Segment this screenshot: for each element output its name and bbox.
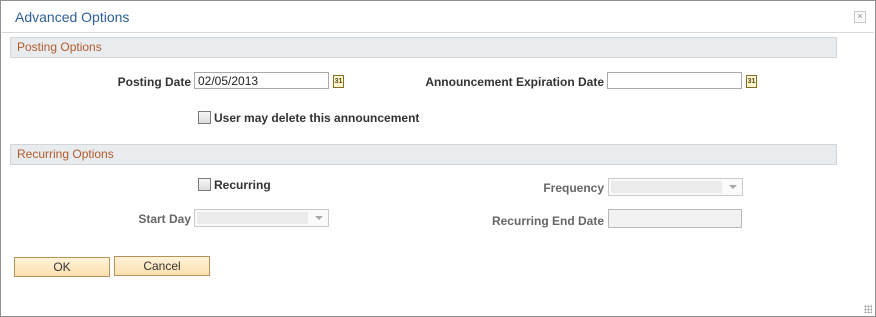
recurring-checkbox[interactable] [198,178,211,191]
frequency-select[interactable] [608,178,743,196]
title-divider [2,32,874,33]
advanced-options-dialog: Advanced Options × Posting Options Posti… [0,0,876,317]
posting-date-label: Posting Date [117,75,191,89]
user-may-delete-checkbox[interactable] [198,111,211,124]
recurring-end-date-input[interactable] [608,209,742,228]
resize-grip-icon[interactable] [864,305,872,313]
announcement-expiration-input[interactable] [607,72,742,89]
posting-date-input[interactable] [194,72,329,89]
recurring-end-date-label: Recurring End Date [491,214,604,228]
posting-options-title: Posting Options [17,40,102,54]
recurring-label: Recurring [214,178,271,192]
user-may-delete-label: User may delete this announcement [214,111,420,125]
start-day-label: Start Day [138,212,191,226]
frequency-select-value [611,181,722,193]
recurring-options-title: Recurring Options [17,147,114,161]
start-day-select-value [197,212,308,224]
cancel-button[interactable]: Cancel [114,256,210,276]
posting-date-calendar-icon[interactable]: 31 [333,75,344,88]
announcement-expiration-calendar-icon[interactable]: 31 [746,75,757,88]
close-icon[interactable]: × [854,11,866,23]
ok-button[interactable]: OK [14,257,110,277]
chevron-down-icon [315,216,323,220]
chevron-down-icon [729,185,737,189]
recurring-options-header: Recurring Options [10,144,837,165]
dialog-title: Advanced Options [15,9,130,25]
posting-options-header: Posting Options [10,37,837,58]
frequency-label: Frequency [543,181,604,195]
start-day-select[interactable] [194,209,329,227]
announcement-expiration-label: Announcement Expiration Date [425,75,604,89]
